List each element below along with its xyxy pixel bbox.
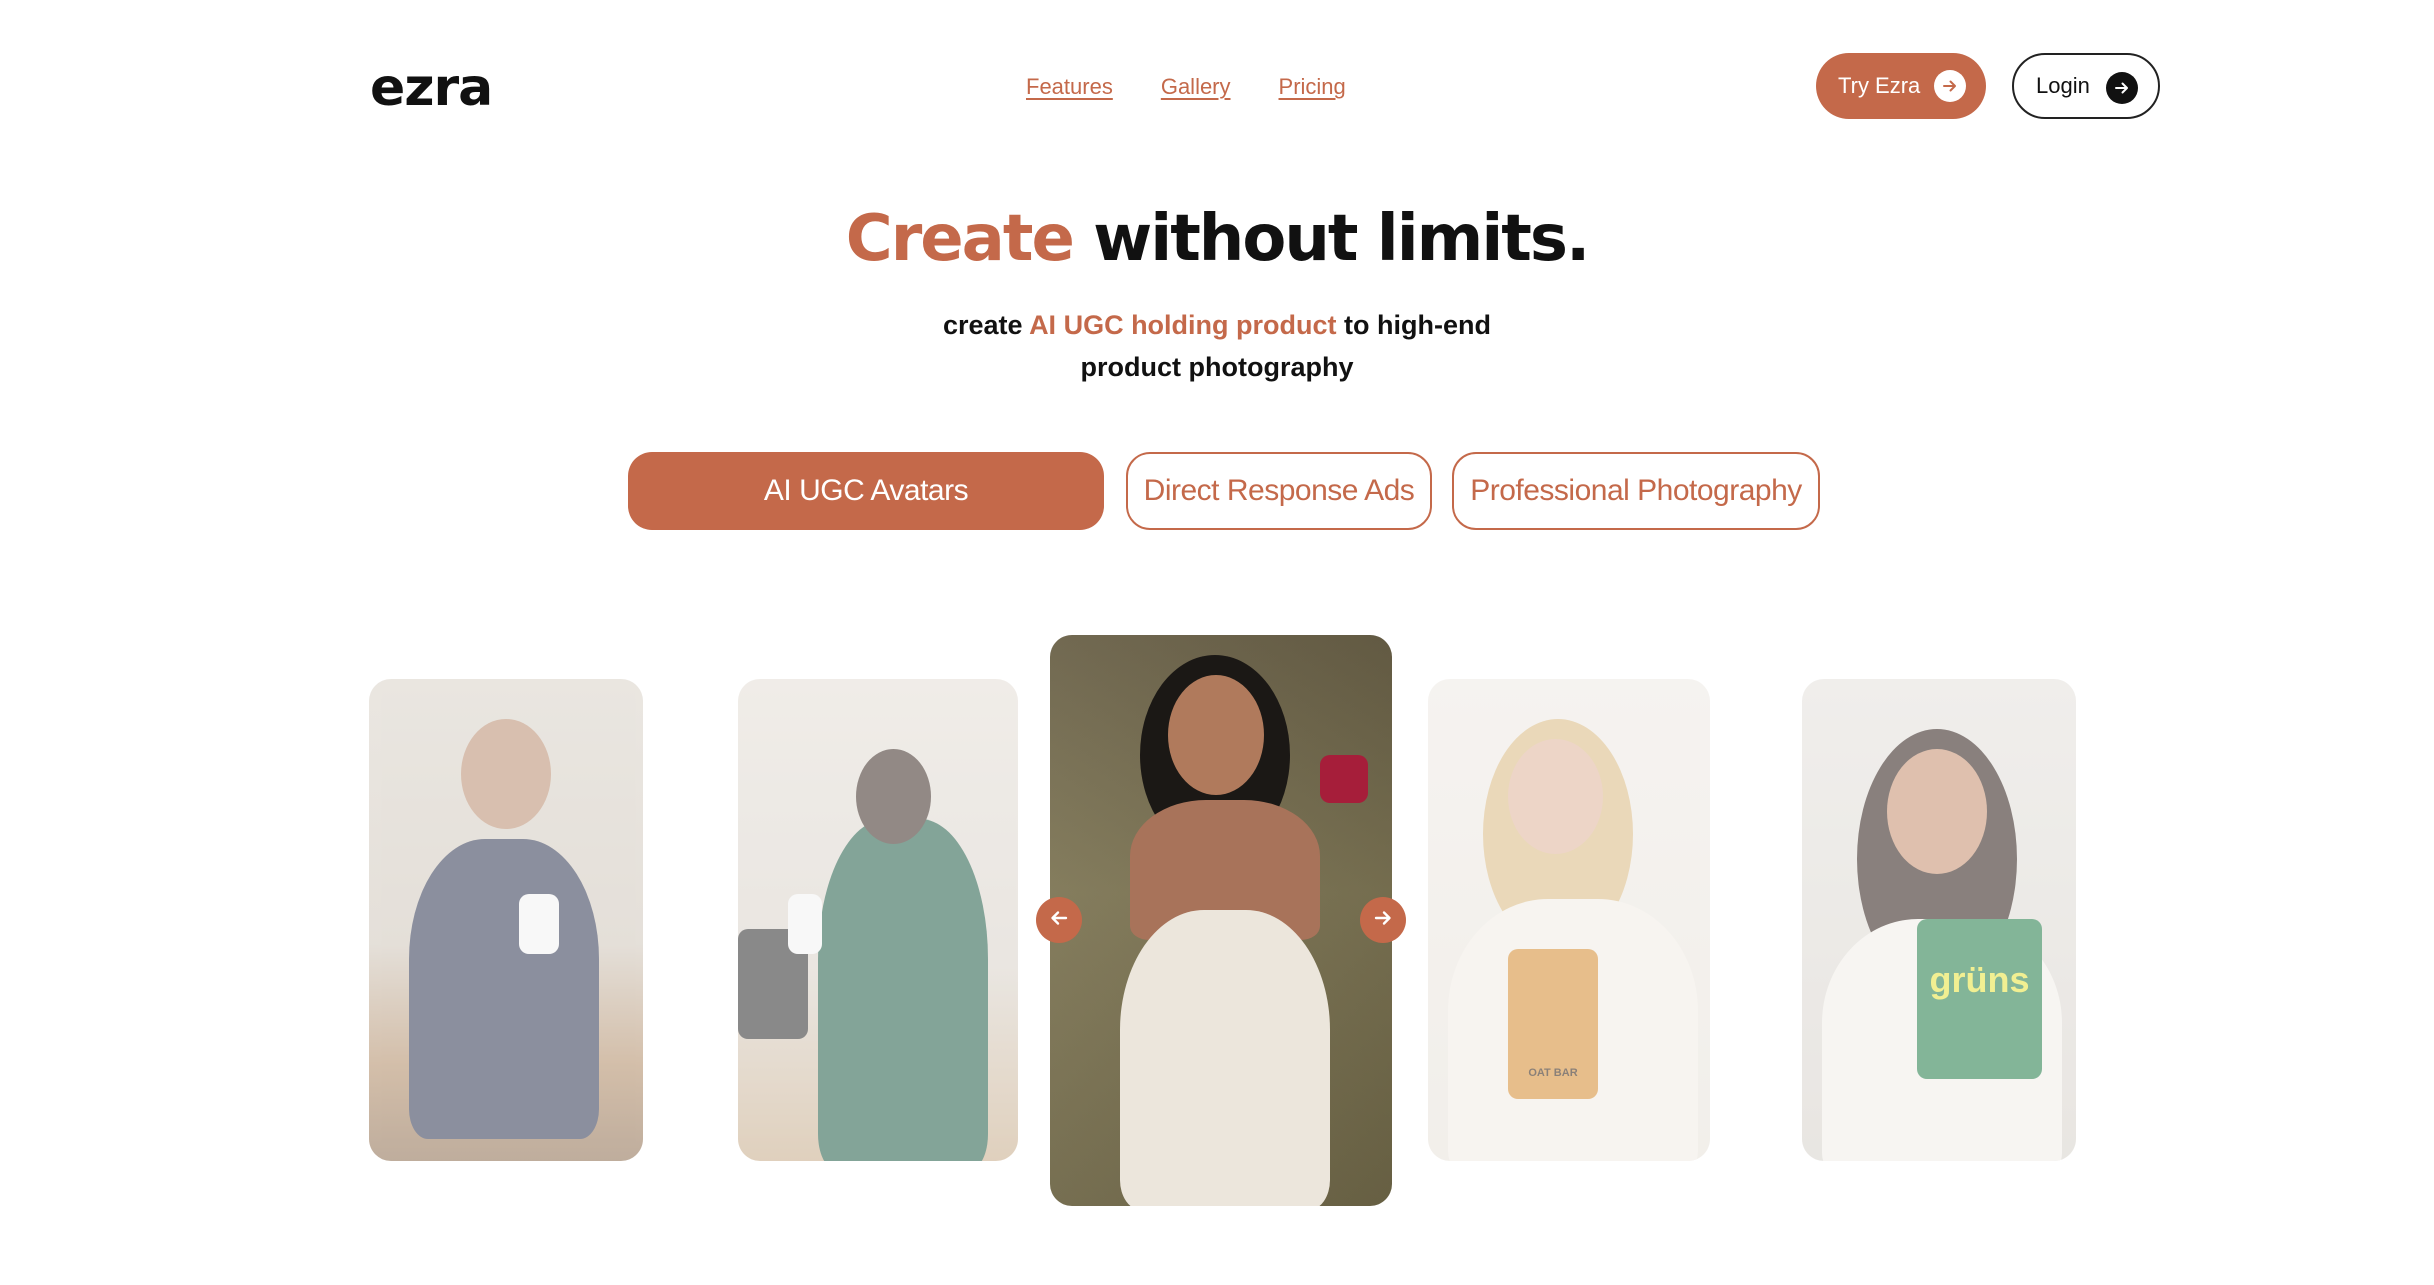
brand-logo[interactable]: ezra (370, 58, 493, 118)
login-button[interactable]: Login (2012, 53, 2160, 119)
carousel-slide-3-active[interactable] (1050, 635, 1392, 1206)
hero-subtitle: create AI UGC holding product to high-en… (0, 304, 2434, 388)
person-head (1887, 749, 1987, 874)
hero-subtitle-accent: AI UGC holding product (1029, 310, 1337, 340)
try-ezra-button[interactable]: Try Ezra (1816, 53, 1986, 119)
nav-gallery-link[interactable]: Gallery (1161, 74, 1231, 100)
carousel-next-button[interactable] (1360, 897, 1406, 943)
hero-subtitle-pre: create (943, 310, 1030, 340)
arrow-right-icon (1934, 70, 1966, 102)
carousel-slide-1[interactable] (369, 679, 643, 1161)
arrow-right-icon (2106, 72, 2138, 104)
hero-title-rest: without limits. (1072, 202, 1590, 276)
carousel-slide-5[interactable]: grüns (1802, 679, 2076, 1161)
soap-bar (1320, 755, 1368, 803)
carousel-slide-4[interactable]: OAT BAR (1428, 679, 1710, 1161)
login-label: Login (2036, 73, 2090, 98)
hero-subtitle-line2: product photography (1080, 352, 1354, 382)
person-figure (409, 839, 599, 1139)
package-label: OAT BAR (1528, 1067, 1578, 1079)
arrow-left-icon (1048, 907, 1070, 934)
product-bottle (519, 894, 559, 954)
tab-ai-ugc-avatars[interactable]: AI UGC Avatars (628, 452, 1104, 530)
nav-features-link[interactable]: Features (1026, 74, 1113, 100)
person-figure (818, 819, 988, 1161)
tab-professional-photography[interactable]: Professional Photography (1452, 452, 1820, 530)
main-nav: Features Gallery Pricing (1026, 74, 1346, 100)
person-head (1508, 739, 1603, 854)
product-bottle (788, 894, 822, 954)
oat-bar-package: OAT BAR (1508, 949, 1598, 1099)
gruns-pouch: grüns (1917, 919, 2042, 1079)
hero-subtitle-post: to high-end (1336, 310, 1491, 340)
person-head (856, 749, 931, 844)
carousel-slide-2[interactable] (738, 679, 1018, 1161)
category-tabs: AI UGC Avatars Direct Response Ads Profe… (0, 452, 2434, 530)
hero-subtitle-line1: create AI UGC holding product to high-en… (0, 304, 2434, 346)
package-label: grüns (1929, 959, 2030, 1000)
person-head (461, 719, 551, 829)
arrow-right-icon (1372, 907, 1394, 934)
tab-direct-response-ads[interactable]: Direct Response Ads (1126, 452, 1432, 530)
person-head (1168, 675, 1264, 795)
nav-pricing-link[interactable]: Pricing (1279, 74, 1346, 100)
hero-title-accent: Create (845, 202, 1075, 276)
try-ezra-label: Try Ezra (1838, 73, 1921, 98)
carousel-prev-button[interactable] (1036, 897, 1082, 943)
towel (1120, 910, 1330, 1206)
hero-title: Create without limits. (0, 202, 2434, 276)
